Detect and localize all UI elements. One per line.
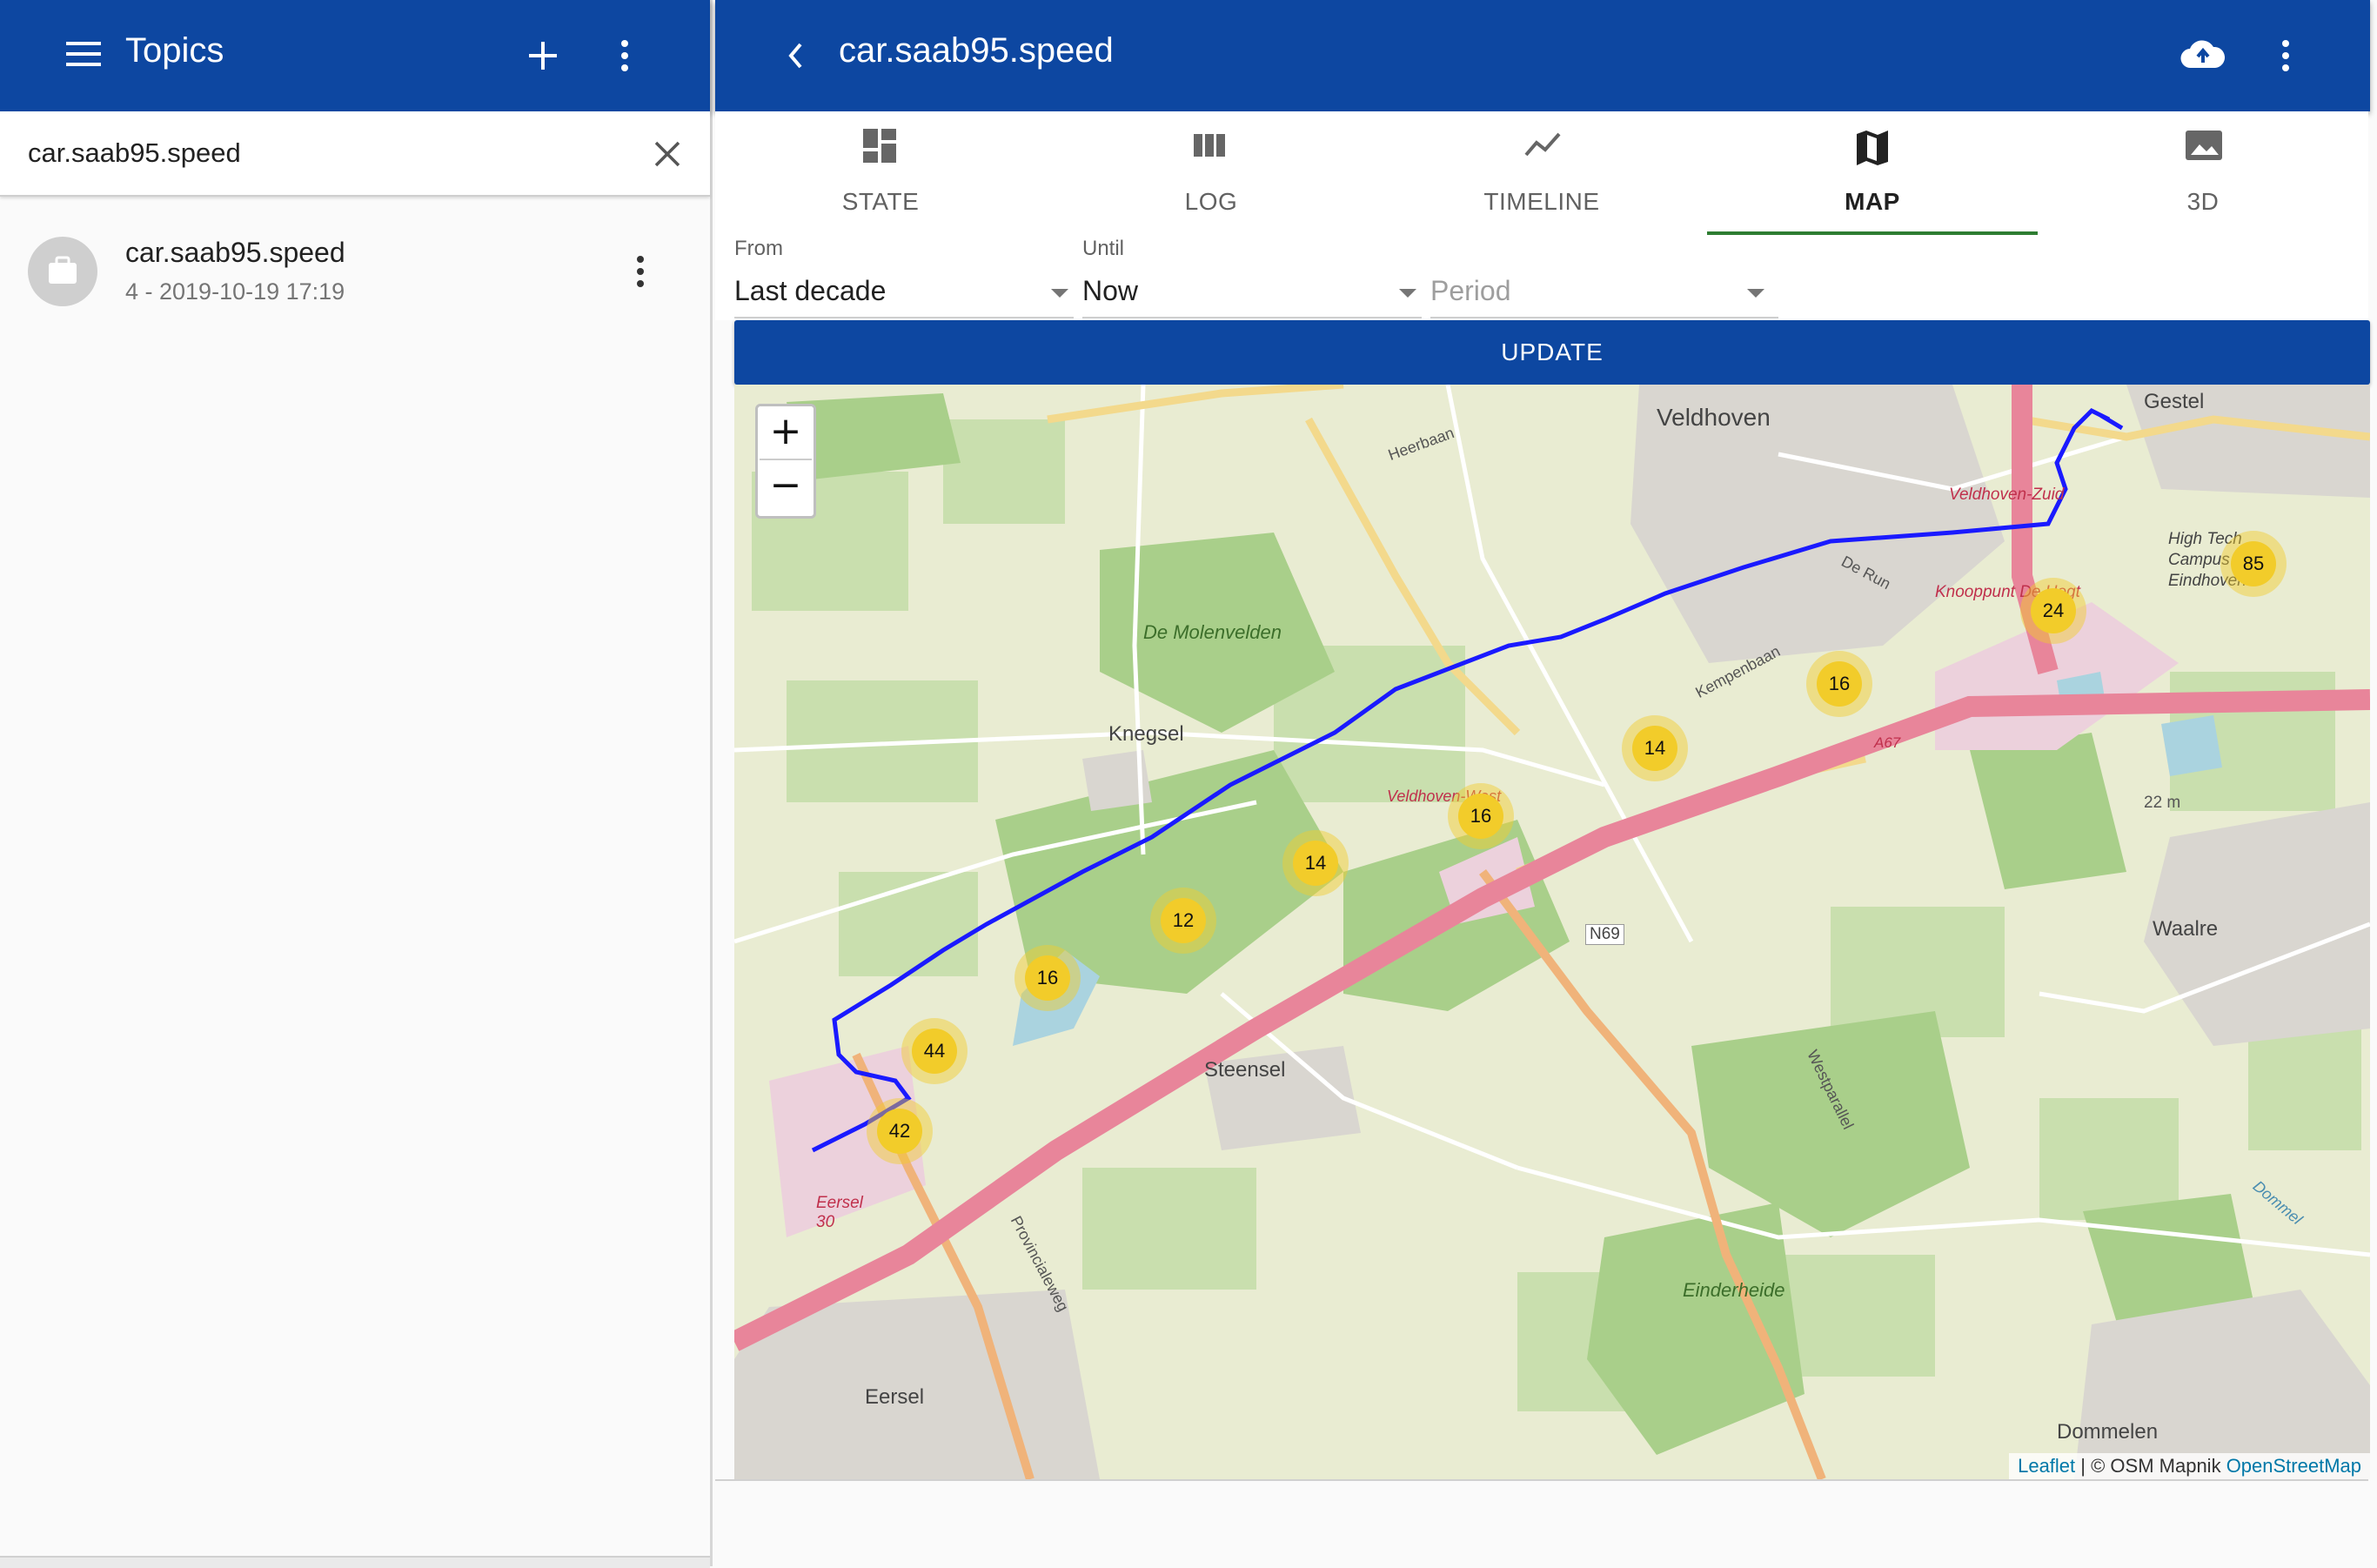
item-more-vert-icon[interactable] [635, 254, 646, 289]
road-shield: N69 [1585, 924, 1624, 945]
from-underline [734, 317, 1074, 318]
elevation-label: 22 m [2144, 794, 2181, 812]
tab-state[interactable]: STATE [715, 111, 1046, 237]
more-vert-icon[interactable] [619, 38, 630, 73]
cluster-count: 14 [1632, 726, 1677, 771]
until-select[interactable]: Now [1082, 275, 1138, 307]
from-label: From [734, 237, 783, 260]
cluster-count: 42 [877, 1109, 922, 1154]
header-more-vert-icon[interactable] [2280, 38, 2291, 73]
dashboard-icon [863, 129, 896, 163]
cluster-count: 24 [2031, 588, 2076, 633]
cluster-count: 16 [1458, 794, 1503, 839]
marker-cluster[interactable]: 24 [2020, 578, 2086, 644]
period-underline [1430, 317, 1778, 318]
topics-panel [0, 0, 713, 1566]
place-label: Dommelen [2057, 1420, 2159, 1444]
map-tiles[interactable] [734, 385, 2370, 1479]
topic-title: car.saab95.speed [839, 31, 1114, 70]
attribution-separator: | © OSM Mapnik [2075, 1455, 2226, 1477]
marker-cluster[interactable]: 16 [1014, 945, 1081, 1011]
from-dropdown-icon[interactable] [1051, 289, 1068, 298]
clear-search-icon[interactable] [654, 141, 680, 167]
place-label: Eersel [865, 1385, 925, 1409]
place-label: Eersel 30 [816, 1194, 863, 1231]
marker-cluster[interactable]: 14 [1282, 830, 1349, 896]
topics-header [0, 0, 710, 111]
marker-cluster[interactable]: 44 [901, 1018, 968, 1084]
from-select[interactable]: Last decade [734, 275, 886, 307]
period-select[interactable]: Period [1430, 275, 1511, 307]
cluster-count: 44 [912, 1029, 957, 1074]
cluster-count: 12 [1161, 898, 1206, 943]
timeline-icon [1524, 132, 1561, 157]
columns-icon [1194, 134, 1225, 157]
search-input-value[interactable]: car.saab95.speed [28, 137, 241, 169]
view-tabs: STATE LOG TIMELINE MAP 3D [715, 111, 2368, 237]
tab-log-label: LOG [1184, 188, 1238, 215]
cloud-upload-icon[interactable] [2180, 37, 2226, 71]
place-label: Gestel [2144, 390, 2205, 413]
back-icon[interactable] [787, 42, 804, 70]
zoom-in-button[interactable]: + [760, 406, 812, 460]
marker-cluster[interactable]: 12 [1150, 888, 1216, 954]
cluster-count: 85 [2231, 541, 2276, 586]
topic-item-title[interactable]: car.saab95.speed [125, 237, 345, 269]
road-shield: A67 [1874, 734, 1901, 751]
tab-3d[interactable]: 3D [2038, 111, 2368, 237]
until-dropdown-icon[interactable] [1399, 289, 1416, 298]
leaflet-link[interactable]: Leaflet [2018, 1455, 2075, 1477]
place-label: Knegsel [1108, 722, 1184, 746]
place-label: Veldhoven-Zuid [1949, 486, 2065, 504]
menu-icon[interactable] [66, 40, 101, 68]
zoom-control: + − [755, 404, 816, 519]
until-underline [1082, 317, 1422, 318]
map-attribution: Leaflet | © OSM Mapnik OpenStreetMap [2009, 1453, 2370, 1479]
place-label: Einderheide [1683, 1279, 1785, 1301]
briefcase-icon [49, 256, 77, 284]
tab-state-label: STATE [841, 188, 920, 215]
place-label: Veldhoven [1657, 404, 1771, 431]
marker-cluster[interactable]: 14 [1622, 715, 1688, 781]
place-label: Waalre [2153, 917, 2219, 941]
until-label: Until [1082, 237, 1125, 260]
cluster-count: 16 [1025, 955, 1070, 1001]
marker-cluster[interactable]: 16 [1806, 651, 1872, 717]
marker-cluster[interactable]: 42 [867, 1098, 933, 1164]
topic-item-subtitle: 4 - 2019-10-19 17:19 [125, 278, 345, 305]
marker-cluster[interactable]: 16 [1448, 783, 1514, 849]
tab-timeline-label: TIMELINE [1483, 188, 1600, 215]
place-label: De Molenvelden [1143, 621, 1282, 643]
avatar [28, 237, 97, 306]
update-button[interactable]: UPDATE [734, 320, 2370, 385]
tab-timeline[interactable]: TIMELINE [1376, 111, 1707, 237]
place-label: Steensel [1204, 1058, 1286, 1082]
tab-3d-label: 3D [2186, 188, 2220, 215]
map-view[interactable]: Veldhoven Gestel Knegsel Steensel Waalre… [734, 385, 2370, 1479]
cluster-count: 14 [1293, 841, 1338, 886]
filter-bar [715, 237, 2368, 320]
osm-link[interactable]: OpenStreetMap [2226, 1455, 2361, 1477]
image-icon [2186, 131, 2222, 160]
content-footer [715, 1479, 2368, 1568]
active-tab-indicator [1707, 231, 2038, 235]
cluster-count: 16 [1817, 661, 1862, 707]
tab-log[interactable]: LOG [1046, 111, 1376, 237]
marker-cluster[interactable]: 85 [2220, 531, 2287, 597]
zoom-out-button[interactable]: − [760, 460, 812, 513]
tab-map-label: MAP [1845, 188, 1900, 215]
add-icon[interactable] [527, 40, 559, 71]
topics-title: Topics [125, 31, 224, 70]
tab-map[interactable]: MAP [1707, 111, 2038, 237]
map-icon [1857, 131, 1888, 165]
period-dropdown-icon[interactable] [1747, 289, 1764, 298]
